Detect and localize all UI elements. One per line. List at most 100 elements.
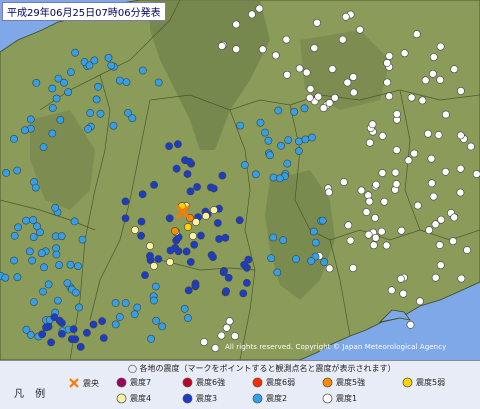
station-intensity-1[interactable] — [449, 237, 457, 246]
station-intensity-2[interactable] — [96, 109, 105, 118]
station-intensity-2[interactable] — [121, 299, 130, 307]
station-intensity-1[interactable] — [341, 12, 350, 21]
station-intensity-3[interactable] — [137, 231, 145, 240]
station-intensity-1[interactable] — [325, 264, 334, 273]
station-intensity-1[interactable] — [427, 179, 436, 188]
station-intensity-2[interactable] — [53, 296, 62, 305]
station-intensity-2[interactable] — [128, 114, 137, 123]
station-intensity-3[interactable] — [190, 240, 199, 249]
station-intensity-3[interactable] — [38, 330, 47, 339]
station-intensity-3[interactable] — [173, 140, 182, 149]
station-intensity-3[interactable] — [165, 142, 173, 150]
station-intensity-1[interactable] — [441, 167, 450, 176]
station-intensity-2[interactable] — [86, 109, 95, 117]
station-intensity-1[interactable] — [418, 96, 427, 105]
station-intensity-2[interactable] — [1, 273, 10, 282]
station-intensity-2[interactable] — [67, 68, 75, 76]
station-intensity-4[interactable] — [210, 206, 218, 214]
station-intensity-1[interactable] — [435, 241, 444, 249]
station-intensity-2[interactable] — [29, 298, 38, 306]
station-intensity-1[interactable] — [472, 170, 480, 178]
station-intensity-1[interactable] — [232, 45, 241, 54]
station-intensity-2[interactable] — [78, 235, 87, 244]
station-intensity-2[interactable] — [92, 95, 101, 104]
station-intensity-5-upper[interactable] — [171, 227, 179, 235]
station-intensity-2[interactable] — [10, 231, 19, 240]
station-intensity-2[interactable] — [104, 53, 113, 62]
station-intensity-3[interactable] — [83, 328, 91, 337]
station-intensity-2[interactable] — [284, 136, 293, 144]
station-intensity-3[interactable] — [69, 325, 78, 334]
station-intensity-3[interactable] — [221, 233, 230, 242]
station-intensity-2[interactable] — [294, 137, 303, 146]
station-intensity-3[interactable] — [98, 317, 106, 325]
station-intensity-1[interactable] — [346, 236, 355, 245]
station-intensity-1[interactable] — [232, 20, 241, 29]
station-intensity-1[interactable] — [400, 49, 409, 58]
station-intensity-1[interactable] — [382, 241, 391, 250]
station-intensity-1[interactable] — [305, 93, 314, 102]
station-intensity-1[interactable] — [372, 180, 380, 189]
station-intensity-2[interactable] — [33, 222, 41, 231]
station-intensity-1[interactable] — [392, 146, 401, 154]
station-intensity-1[interactable] — [436, 75, 445, 84]
station-intensity-2[interactable] — [85, 61, 94, 70]
station-intensity-2[interactable] — [309, 227, 318, 236]
station-intensity-2[interactable] — [115, 313, 124, 321]
station-intensity-1[interactable] — [456, 188, 465, 197]
station-intensity-2[interactable] — [70, 217, 79, 226]
station-intensity-2[interactable] — [269, 173, 278, 182]
station-intensity-1[interactable] — [302, 68, 311, 77]
station-intensity-1[interactable] — [436, 261, 445, 270]
station-intensity-2[interactable] — [115, 76, 124, 85]
station-intensity-1[interactable] — [399, 289, 408, 298]
station-intensity-1[interactable] — [357, 186, 366, 195]
station-intensity-2[interactable] — [138, 66, 147, 75]
station-intensity-1[interactable] — [392, 110, 401, 118]
station-intensity-1[interactable] — [441, 110, 450, 119]
station-intensity-3[interactable] — [182, 247, 191, 256]
station-intensity-2[interactable] — [48, 84, 57, 93]
station-intensity-2[interactable] — [275, 174, 284, 183]
station-intensity-3[interactable] — [213, 219, 222, 227]
station-intensity-1[interactable] — [271, 51, 280, 60]
station-intensity-1[interactable] — [383, 78, 392, 87]
station-intensity-2[interactable] — [183, 314, 192, 322]
station-intensity-1[interactable] — [258, 45, 267, 54]
station-intensity-1[interactable] — [385, 92, 394, 101]
station-intensity-1[interactable] — [466, 142, 475, 151]
station-intensity-1[interactable] — [428, 69, 437, 78]
station-intensity-1[interactable] — [436, 42, 445, 51]
station-intensity-3[interactable] — [185, 157, 194, 166]
station-intensity-2[interactable] — [301, 135, 310, 144]
station-intensity-2[interactable] — [56, 116, 65, 124]
station-intensity-3[interactable] — [186, 187, 195, 196]
station-intensity-2[interactable] — [29, 233, 38, 241]
station-intensity-2[interactable] — [94, 82, 102, 91]
station-intensity-1[interactable] — [211, 344, 220, 352]
station-intensity-2[interactable] — [292, 255, 300, 263]
station-intensity-2[interactable] — [133, 303, 142, 312]
station-intensity-2[interactable] — [57, 232, 66, 241]
station-intensity-3[interactable] — [235, 216, 244, 225]
station-intensity-3[interactable] — [89, 320, 98, 329]
station-intensity-3[interactable] — [242, 278, 251, 287]
station-intensity-2[interactable] — [308, 133, 316, 142]
station-intensity-1[interactable] — [456, 131, 465, 140]
station-intensity-1[interactable] — [217, 42, 226, 50]
station-intensity-2[interactable] — [39, 287, 47, 296]
station-intensity-1[interactable] — [456, 164, 465, 173]
station-intensity-2[interactable] — [72, 288, 80, 297]
station-intensity-3[interactable] — [191, 281, 200, 290]
station-intensity-3[interactable] — [76, 342, 85, 351]
station-intensity-1[interactable] — [378, 131, 387, 140]
station-intensity-1[interactable] — [424, 129, 432, 138]
station-intensity-1[interactable] — [425, 226, 433, 235]
station-intensity-3[interactable] — [146, 251, 154, 260]
station-intensity-3[interactable] — [141, 271, 149, 279]
station-intensity-1[interactable] — [282, 35, 291, 44]
station-intensity-2[interactable] — [55, 261, 63, 269]
station-intensity-2[interactable] — [265, 151, 274, 160]
station-intensity-1[interactable] — [222, 323, 231, 332]
station-intensity-1[interactable] — [412, 30, 421, 39]
